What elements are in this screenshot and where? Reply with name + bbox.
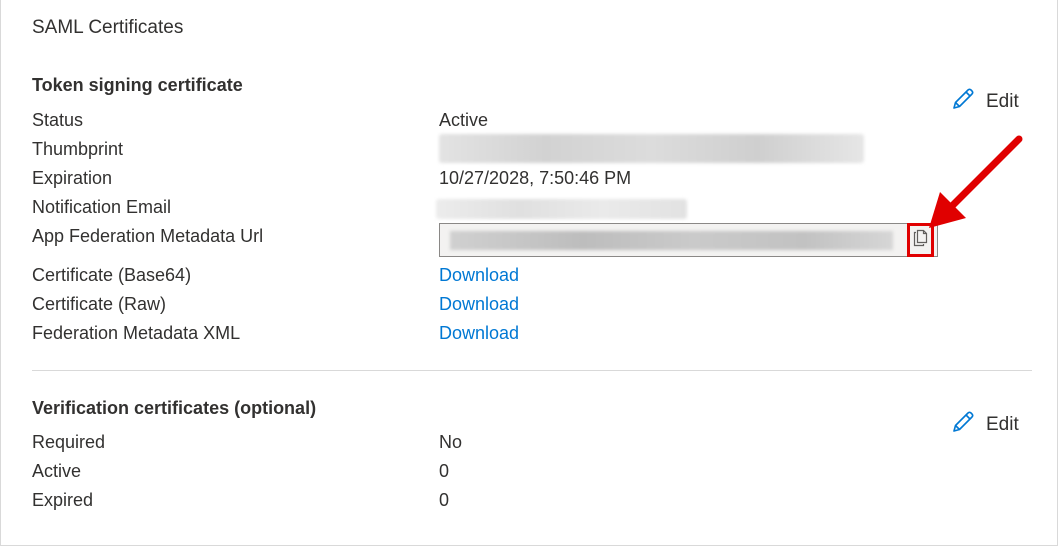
expired-value: 0: [439, 490, 450, 510]
active-label: Active: [32, 461, 82, 481]
metadata-url-field[interactable]: [439, 223, 938, 257]
certificate-base64-download-link[interactable]: Download: [439, 265, 519, 286]
active-value: 0: [439, 461, 450, 481]
status-value: Active: [439, 110, 489, 130]
certificate-base64-label: Certificate (Base64): [32, 265, 192, 285]
metadata-url-label: App Federation Metadata Url: [32, 226, 264, 246]
notification-email-value-redacted: [436, 199, 687, 219]
metadata-url-value-redacted: [450, 231, 893, 250]
thumbprint-value-redacted: [439, 134, 864, 163]
certificate-raw-label: Certificate (Raw): [32, 294, 167, 314]
required-value: No: [439, 432, 463, 452]
copy-url-button[interactable]: [907, 223, 934, 257]
token-signing-title: Token signing certificate: [32, 75, 243, 95]
status-label: Status: [32, 110, 84, 130]
certificate-raw-download-link[interactable]: Download: [439, 294, 519, 315]
section-divider: [32, 370, 1032, 371]
panel-title: SAML Certificates: [32, 17, 184, 38]
verification-title: Verification certificates (optional): [32, 398, 317, 418]
expiration-value: 10/27/2028, 7:50:46 PM: [439, 168, 632, 188]
federation-metadata-xml-label: Federation Metadata XML: [32, 323, 241, 343]
edit-label: Edit: [986, 91, 1019, 112]
edit-label: Edit: [986, 414, 1019, 435]
pencil-icon: [950, 86, 976, 118]
notification-email-label: Notification Email: [32, 197, 172, 217]
saml-certificates-panel: SAML Certificates Token signing certific…: [0, 0, 1058, 546]
expiration-label: Expiration: [32, 168, 113, 188]
token-signing-edit-button[interactable]: Edit: [950, 86, 1019, 118]
expired-label: Expired: [32, 490, 94, 510]
thumbprint-label: Thumbprint: [32, 139, 124, 159]
federation-metadata-xml-download-link[interactable]: Download: [439, 323, 519, 344]
required-label: Required: [32, 432, 106, 452]
pencil-icon: [950, 409, 976, 441]
copy-icon: [913, 229, 929, 252]
verification-edit-button[interactable]: Edit: [950, 409, 1019, 441]
